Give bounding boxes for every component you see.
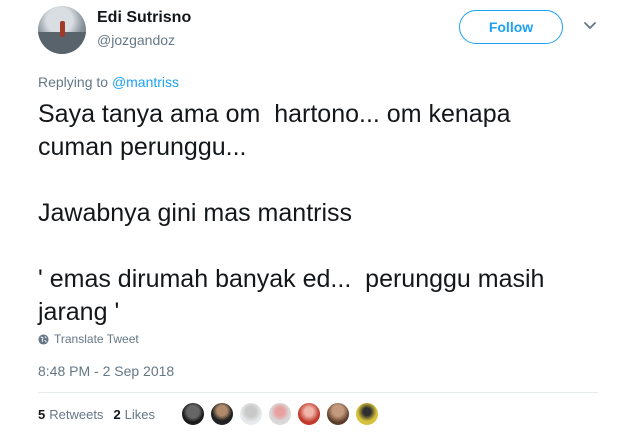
user-avatar[interactable] <box>239 402 263 426</box>
liker-avatars <box>181 402 384 426</box>
replying-to-label: Replying to <box>38 74 112 90</box>
translate-tweet-button[interactable]: Translate Tweet <box>38 332 139 346</box>
reply-mention-link[interactable]: @mantriss <box>112 74 179 90</box>
tweet-timestamp[interactable]: 8:48 PM - 2 Sep 2018 <box>38 363 174 379</box>
tweet-stats: 5 Retweets 2 Likes <box>38 407 165 422</box>
author-name[interactable]: Edi Sutrisno <box>97 9 191 27</box>
user-avatar[interactable] <box>210 402 234 426</box>
replying-to: Replying to @mantriss <box>38 74 179 90</box>
likes-stat[interactable]: 2 Likes <box>113 407 155 422</box>
divider-top <box>38 392 598 393</box>
user-avatar[interactable] <box>268 402 292 426</box>
tweet-text: Saya tanya ama om hartono... om kenapa c… <box>38 100 545 326</box>
likes-label: Likes <box>124 407 156 422</box>
translate-tweet-label: Translate Tweet <box>54 332 139 346</box>
chevron-down-icon[interactable] <box>583 19 597 33</box>
user-avatar[interactable] <box>297 402 321 426</box>
author-handle[interactable]: @jozgandoz <box>97 32 175 48</box>
retweets-stat[interactable]: 5 Retweets <box>38 407 103 422</box>
retweets-count: 5 <box>38 407 46 422</box>
user-avatar[interactable] <box>326 402 350 426</box>
follow-button[interactable]: Follow <box>459 10 563 44</box>
likes-count: 2 <box>113 407 121 422</box>
avatar-figure <box>60 21 65 37</box>
retweets-label: Retweets <box>49 407 104 422</box>
user-avatar[interactable] <box>355 402 379 426</box>
author-avatar[interactable] <box>38 6 86 54</box>
globe-icon <box>38 333 49 345</box>
user-avatar[interactable] <box>181 402 205 426</box>
